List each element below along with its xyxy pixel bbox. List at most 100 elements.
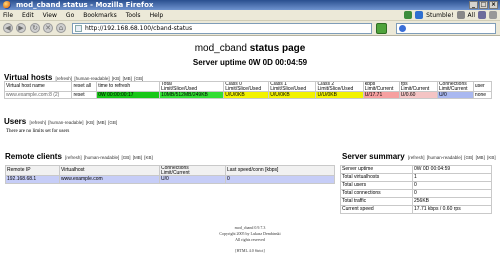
ss-label: Total connections <box>340 189 413 198</box>
stop-icon[interactable]: ✕ <box>43 23 53 33</box>
vh-class2: U/U/0KB <box>315 91 364 99</box>
ss-value: 256KB <box>412 197 492 206</box>
table-row: Total connections 0 <box>340 189 492 198</box>
rc-col-connections: Connections Limit/Current <box>159 165 226 176</box>
link-kb[interactable]: [KB] <box>86 120 95 125</box>
vh-connections: U/0 <box>436 91 474 99</box>
ss-label: Total virtualhosts <box>340 173 413 182</box>
rc-virtualhost: www.example.com <box>59 175 160 184</box>
link-human-readable[interactable]: [human-readable] <box>427 155 462 160</box>
link-human-readable[interactable]: [human-readable] <box>48 120 83 125</box>
search-engine-icon[interactable] <box>399 25 406 32</box>
ss-value: 0 <box>412 189 492 198</box>
footer-html-link[interactable]: [HTML 4.0 Strict] <box>0 248 500 254</box>
vh-host-name: www.example.com:8 (2) <box>3 91 73 99</box>
table-row: Total users 0 <box>340 181 492 190</box>
link-refresh[interactable]: [refresh] <box>65 155 82 160</box>
vh-col-kbps: kbps Limit/Current <box>362 81 400 92</box>
go-button[interactable] <box>376 23 387 34</box>
virtual-hosts-table: Virtual host name reset all time to refr… <box>3 81 493 99</box>
vh-class1: U/U/0KB <box>268 91 317 99</box>
server-summary-title: Server summary <box>342 152 405 161</box>
minimize-button[interactable]: _ <box>469 1 478 9</box>
all-dropdown[interactable]: All <box>468 12 475 19</box>
link-gb[interactable]: [GB] <box>108 120 117 125</box>
ss-label: Current speed <box>340 205 413 214</box>
ss-value: 0 <box>412 181 492 190</box>
table-row: Total traffic 256KB <box>340 197 492 206</box>
table-row: Current speed 17.71 kbps / 0.60 rps <box>340 205 492 214</box>
close-button[interactable]: × <box>489 1 498 9</box>
forward-icon[interactable]: ▶ <box>16 23 26 33</box>
ss-value: 17.71 kbps / 0.60 rps <box>412 205 492 214</box>
remote-clients-table: Remote IP Virtualhost Connections Limit/… <box>5 165 335 184</box>
server-uptime: Server uptime 0W 0D 00:04:59 <box>192 58 308 67</box>
page-icon <box>75 25 82 32</box>
link-kb[interactable]: [KB] <box>487 155 496 160</box>
server-summary-table: Server uptime 0W 0D 00:04:59 Total virtu… <box>340 165 492 214</box>
menu-edit[interactable]: Edit <box>22 12 34 19</box>
maximize-button[interactable]: □ <box>479 1 488 9</box>
window-titlebar: mod_cband status - Mozilla Firefox _ □ × <box>0 0 500 10</box>
rc-col-ip: Remote IP <box>5 165 60 176</box>
rc-connections: U/0 <box>159 175 226 184</box>
menu-file[interactable]: File <box>3 12 13 19</box>
vh-user: none <box>472 91 493 99</box>
page-content: mod_cband status page Server uptime 0W 0… <box>0 37 500 268</box>
link-mb[interactable]: [MB] <box>476 155 485 160</box>
options-icon[interactable] <box>478 11 486 19</box>
server-summary-links: [refresh] [human-readable] [GB] [MB] [KB… <box>407 155 496 160</box>
more-icon[interactable] <box>489 11 497 19</box>
users-heading: Users [refresh] [human-readable] [KB] [M… <box>4 117 117 126</box>
server-summary-heading: Server summary [refresh] [human-readable… <box>342 152 496 161</box>
vh-col-name: Virtual host name <box>3 81 73 92</box>
virtual-hosts-header-row: Virtual host name reset all time to refr… <box>3 81 493 92</box>
link-gb[interactable]: [GB] <box>121 155 130 160</box>
addon-icon[interactable] <box>404 11 413 19</box>
ss-label: Total users <box>340 181 413 190</box>
address-url: http://192.168.68.100/cband-status <box>85 25 193 32</box>
ss-value: 0W 0D 00:04:59 <box>412 165 492 174</box>
stumble-icon[interactable] <box>415 11 424 19</box>
thumb-icon[interactable] <box>456 11 465 19</box>
back-icon[interactable]: ◀ <box>3 23 13 33</box>
vh-col-connections: Connections Limit/Current <box>436 81 474 92</box>
link-refresh[interactable]: [refresh] <box>29 120 46 125</box>
users-title: Users <box>4 117 27 126</box>
home-icon[interactable]: ⌂ <box>56 23 66 33</box>
vh-col-rps: rps Limit/Current <box>398 81 438 92</box>
address-bar[interactable]: http://192.168.68.100/cband-status <box>72 23 372 34</box>
vh-reset-link[interactable]: reset <box>71 91 98 99</box>
table-row: Server uptime 0W 0D 00:04:59 <box>340 165 492 174</box>
toolbar-right: Stumble! All <box>404 11 497 19</box>
rc-col-last-speed: Last speed/conn [kbps] <box>225 165 335 176</box>
vh-col-time: time to refresh <box>96 81 161 92</box>
link-mb[interactable]: [MB] <box>133 155 142 160</box>
menu-help[interactable]: Help <box>150 12 164 19</box>
users-message: There are no limits set for users <box>6 129 70 134</box>
remote-clients-heading: Remote clients [refresh] [human-readable… <box>5 152 153 161</box>
vh-total: 10MB/512MB/249KB <box>159 91 225 99</box>
users-links: [refresh] [human-readable] [KB] [MB] [GB… <box>28 120 117 125</box>
menu-tools[interactable]: Tools <box>126 12 141 19</box>
menu-go[interactable]: Go <box>66 12 74 19</box>
link-kb[interactable]: [KB] <box>144 155 153 160</box>
rc-last-speed: 0 <box>225 175 335 184</box>
firefox-icon <box>3 1 11 9</box>
link-human-readable[interactable]: [human-readable] <box>84 155 119 160</box>
link-mb[interactable]: [MB] <box>97 120 106 125</box>
vh-rps: U/0.60 <box>398 91 438 99</box>
reload-icon[interactable]: ↻ <box>30 23 40 33</box>
menu-bar: File Edit View Go Bookmarks Tools Help S… <box>0 10 500 21</box>
remote-clients-header-row: Remote IP Virtualhost Connections Limit/… <box>5 165 335 176</box>
vh-col-reset-all[interactable]: reset all <box>71 81 98 92</box>
link-gb[interactable]: [GB] <box>464 155 473 160</box>
link-refresh[interactable]: [refresh] <box>408 155 425 160</box>
window-controls: _ □ × <box>469 1 498 9</box>
ss-label: Total traffic <box>340 197 413 206</box>
menu-bookmarks[interactable]: Bookmarks <box>83 12 117 19</box>
stumble-button[interactable]: Stumble! <box>426 12 453 19</box>
menu-view[interactable]: View <box>43 12 57 19</box>
search-box[interactable] <box>396 23 496 34</box>
remote-clients-title: Remote clients <box>5 152 62 161</box>
